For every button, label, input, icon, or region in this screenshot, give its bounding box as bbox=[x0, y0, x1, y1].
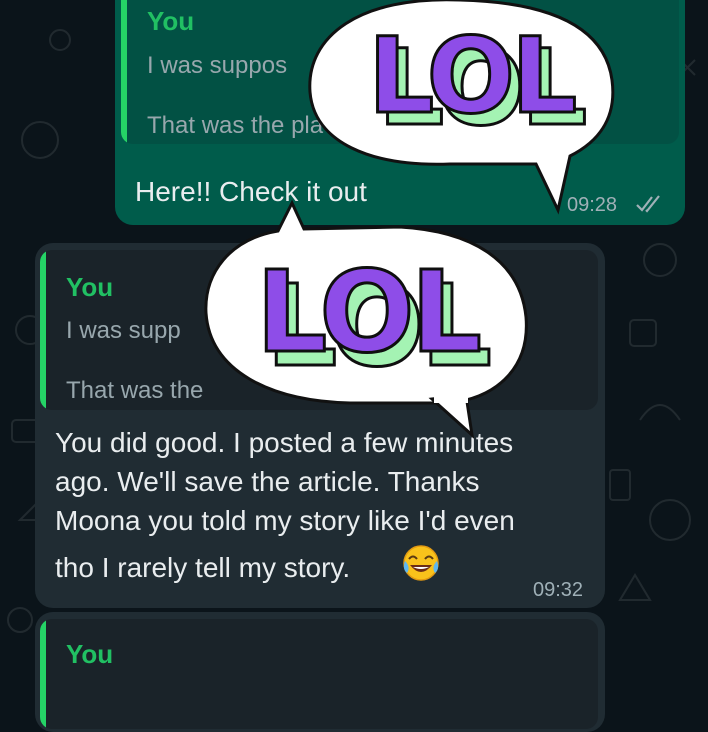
quote-accent-bar bbox=[40, 250, 46, 410]
quote-text-line: I was suppos bbox=[147, 52, 288, 79]
sticker-text: LOL bbox=[256, 248, 480, 378]
lol-sticker[interactable]: LOL LOL bbox=[200, 195, 540, 445]
quote-author: You bbox=[66, 272, 114, 302]
lol-sticker[interactable]: LOL LOL bbox=[300, 0, 620, 217]
quote-text-line: That was the pla bbox=[147, 112, 324, 139]
message-text-line: Moona you told my story like I'd even bbox=[55, 505, 515, 536]
quote-accent-bar bbox=[40, 619, 46, 729]
quote-author: You bbox=[147, 6, 195, 36]
message-bubble-incoming[interactable]: You bbox=[35, 612, 605, 732]
quote-accent-bar bbox=[121, 0, 127, 144]
quote-author: You bbox=[66, 639, 114, 669]
quote-text-line: That was the bbox=[66, 377, 204, 404]
sticker-text: LOL bbox=[368, 15, 575, 137]
message-time: 09:32 bbox=[533, 579, 584, 601]
tears-of-joy-emoji bbox=[403, 545, 439, 581]
message-text-line: tho I rarely tell my story. bbox=[55, 552, 351, 583]
double-check-icon bbox=[636, 195, 660, 213]
message-text-line: ago. We'll save the article. Thanks bbox=[55, 466, 480, 497]
quote-text-line: I was supp bbox=[66, 317, 181, 344]
quoted-message[interactable]: You bbox=[40, 619, 598, 729]
